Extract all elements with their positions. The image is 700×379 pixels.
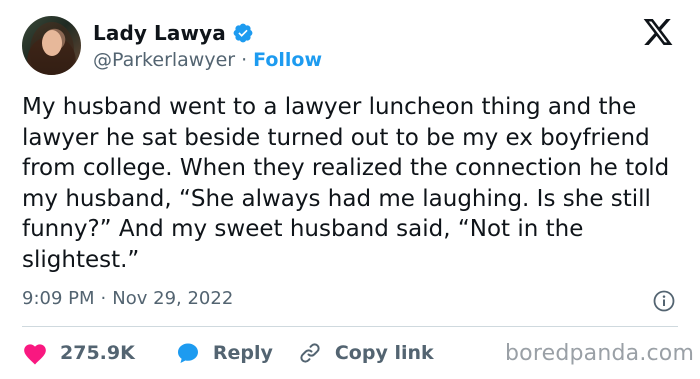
- handle-separator: ·: [241, 49, 248, 71]
- heart-icon: [24, 344, 46, 365]
- divider: [22, 326, 678, 327]
- like-button[interactable]: 275.9K: [22, 341, 135, 365]
- author-handle-row: @Parkerlawyer · Follow: [93, 48, 322, 72]
- tweet-time: 9:09 PM: [22, 288, 95, 309]
- timestamp-separator: ·: [100, 288, 107, 309]
- author-display-name[interactable]: Lady Lawya: [93, 21, 226, 45]
- action-bar: 275.9K Reply Copy link: [22, 339, 434, 367]
- copy-link-label: Copy link: [334, 342, 434, 364]
- author-handle[interactable]: @Parkerlawyer: [93, 49, 235, 71]
- like-count: 275.9K: [60, 342, 135, 364]
- author-name-row: Lady Lawya: [93, 20, 254, 46]
- tweet-timestamp[interactable]: 9:09 PM · Nov 29, 2022: [22, 288, 233, 309]
- speech-bubble-icon: [177, 343, 198, 363]
- reply-label: Reply: [212, 342, 273, 364]
- avatar[interactable]: [22, 16, 81, 75]
- x-logo-icon[interactable]: [640, 16, 676, 48]
- verified-badge-icon: [233, 23, 253, 43]
- info-icon[interactable]: [652, 289, 676, 313]
- tweet-date: Nov 29, 2022: [112, 288, 234, 309]
- watermark-text: boredpanda.com: [505, 341, 695, 366]
- copy-link-button[interactable]: Copy link: [297, 341, 434, 365]
- follow-button[interactable]: Follow: [253, 49, 322, 71]
- tweet-text: My husband went to a lawyer luncheon thi…: [22, 94, 670, 273]
- avatar-face: [42, 30, 62, 56]
- link-icon: [300, 343, 320, 363]
- reply-button[interactable]: Reply: [175, 341, 273, 365]
